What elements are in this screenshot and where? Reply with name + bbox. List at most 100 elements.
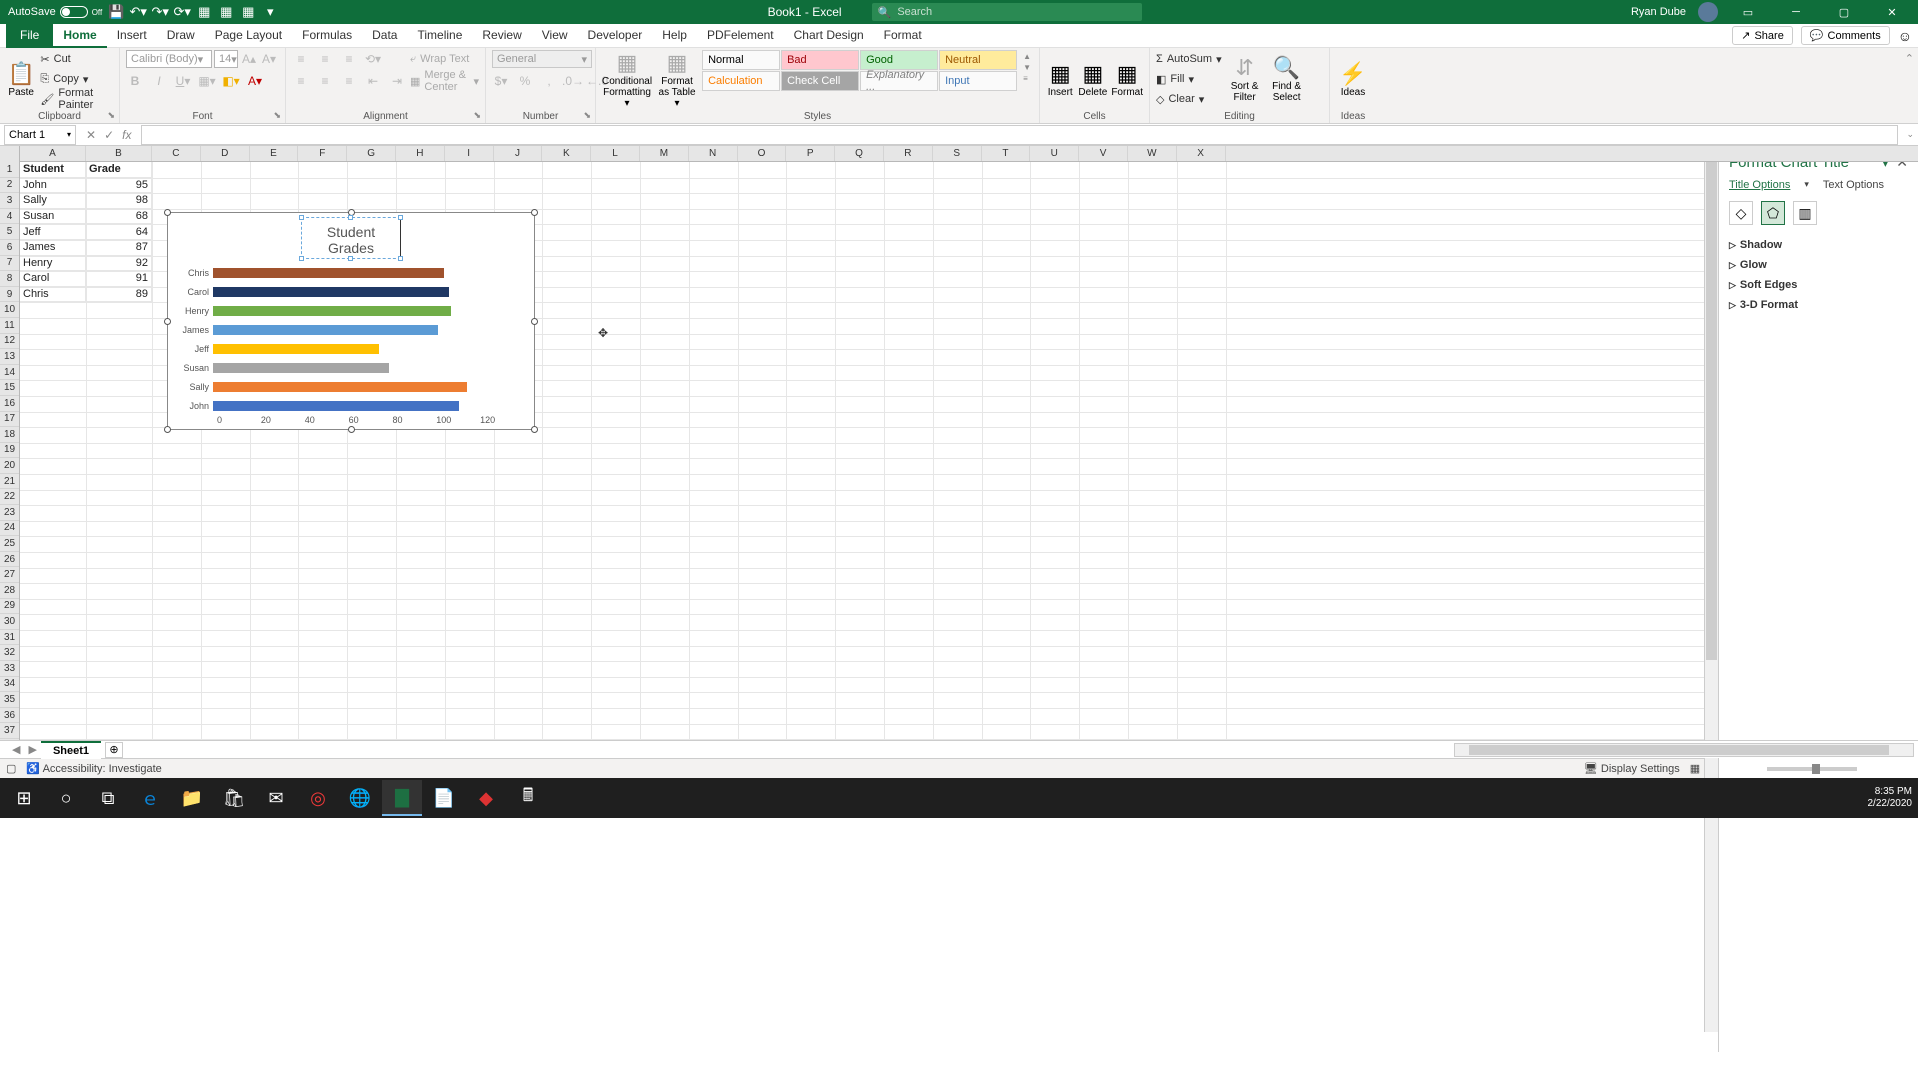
fill-button[interactable]: ◧ Fill ▾ <box>1156 70 1222 88</box>
accordion-item-soft-edges[interactable]: ▷ Soft Edges <box>1729 275 1908 295</box>
cell[interactable]: 92 <box>86 256 152 272</box>
chart-object[interactable]: Student Grades ChrisCarolHenryJamesJeffS… <box>167 212 535 430</box>
cell-style-bad[interactable]: Bad <box>781 50 859 70</box>
cell-style-expl[interactable]: Explanatory ... <box>860 71 938 91</box>
qat-customize-icon[interactable]: ▾ <box>262 4 278 20</box>
resize-handle[interactable] <box>164 209 171 216</box>
excel-icon[interactable]: ▇ <box>382 780 422 816</box>
chart-bar[interactable] <box>213 268 444 278</box>
store-icon[interactable]: 🛍 <box>214 780 254 816</box>
vertical-scrollbar[interactable] <box>1704 146 1718 1032</box>
chart-bar-row[interactable]: Henry <box>178 301 524 320</box>
effects-icon[interactable]: ⬠ <box>1761 201 1785 225</box>
cortana-icon[interactable]: ○ <box>46 780 86 816</box>
zoom-slider[interactable] <box>1767 767 1857 771</box>
col-header[interactable]: O <box>738 146 787 161</box>
row-header[interactable]: 36 <box>0 708 19 724</box>
chart-bar-row[interactable]: Carol <box>178 282 524 301</box>
col-header[interactable]: I <box>445 146 494 161</box>
col-header[interactable]: V <box>1079 146 1128 161</box>
row-header[interactable]: 35 <box>0 692 19 708</box>
borders-icon[interactable]: ▦▾ <box>198 72 216 90</box>
row-header[interactable]: 1 <box>0 162 19 178</box>
row-header[interactable]: 2 <box>0 178 19 194</box>
col-header[interactable]: A <box>20 146 86 161</box>
row-header[interactable]: 16 <box>0 396 19 412</box>
row-header[interactable]: 12 <box>0 334 19 350</box>
fill-line-icon[interactable]: ◇ <box>1729 201 1753 225</box>
col-header[interactable]: D <box>201 146 250 161</box>
cut-button[interactable]: ✂ Cut <box>40 50 113 68</box>
user-name[interactable]: Ryan Dube <box>1631 6 1686 18</box>
col-header[interactable]: E <box>250 146 299 161</box>
row-header[interactable]: 25 <box>0 536 19 552</box>
chart-bar-row[interactable]: Sally <box>178 377 524 396</box>
row-header[interactable]: 33 <box>0 661 19 677</box>
view-normal-icon[interactable]: ▦ <box>1690 762 1700 775</box>
task-view-icon[interactable]: ⧉ <box>88 780 128 816</box>
wrap-text-button[interactable]: ⤶ Wrap Text <box>410 50 479 68</box>
tab-formulas[interactable]: Formulas <box>292 24 362 48</box>
format-painter-button[interactable]: 🖌 Format Painter <box>40 90 113 108</box>
chrome-icon[interactable]: 🌐 <box>340 780 380 816</box>
cell[interactable]: 64 <box>86 224 152 240</box>
qat-icon[interactable]: ▦ <box>240 4 256 20</box>
size-props-icon[interactable]: ▥ <box>1793 201 1817 225</box>
app-icon[interactable]: ◆ <box>466 780 506 816</box>
row-header[interactable]: 26 <box>0 552 19 568</box>
tab-timeline[interactable]: Timeline <box>407 24 472 48</box>
bold-icon[interactable]: B <box>126 72 144 90</box>
cell[interactable]: Student <box>20 162 86 178</box>
row-header[interactable]: 11 <box>0 318 19 334</box>
accordion-item-shadow[interactable]: ▷ Shadow <box>1729 235 1908 255</box>
shrink-font-icon[interactable]: A▾ <box>260 50 278 68</box>
col-header[interactable]: Q <box>835 146 884 161</box>
accordion-item-glow[interactable]: ▷ Glow <box>1729 255 1908 275</box>
edge-icon[interactable]: ｅ <box>130 780 170 816</box>
underline-icon[interactable]: U▾ <box>174 72 192 90</box>
col-header[interactable]: G <box>347 146 396 161</box>
row-header[interactable]: 7 <box>0 256 19 272</box>
row-header[interactable]: 6 <box>0 240 19 256</box>
tab-pdfelement[interactable]: PDFelement <box>697 24 784 48</box>
sort-filter-button[interactable]: ⇵Sort & Filter <box>1226 50 1264 108</box>
cell-style-input[interactable]: Input <box>939 71 1017 91</box>
cell-style-check[interactable]: Check Cell <box>781 71 859 91</box>
align-middle-icon[interactable]: ≡ <box>316 50 334 68</box>
col-header[interactable]: J <box>494 146 543 161</box>
start-button[interactable]: ⊞ <box>4 780 44 816</box>
expand-formula-icon[interactable]: ⌄ <box>1902 129 1918 140</box>
undo-icon[interactable]: ↶▾ <box>130 4 146 20</box>
chart-bar[interactable] <box>213 363 389 373</box>
row-header[interactable]: 31 <box>0 630 19 646</box>
cell[interactable]: 91 <box>86 271 152 287</box>
row-header[interactable]: 30 <box>0 614 19 630</box>
row-header[interactable]: 27 <box>0 567 19 583</box>
cell[interactable]: James <box>20 240 86 256</box>
pane-tab-text-options[interactable]: Text Options <box>1823 179 1884 191</box>
row-header[interactable]: 18 <box>0 427 19 443</box>
col-header[interactable]: B <box>86 146 152 161</box>
horizontal-scrollbar[interactable] <box>1454 743 1914 757</box>
worksheet-grid[interactable]: ABCDEFGHIJKLMNOPQRSTUVWX 123456789101112… <box>0 146 1918 740</box>
inc-decimal-icon[interactable]: .0→ <box>564 72 582 90</box>
col-header[interactable]: W <box>1128 146 1177 161</box>
copy-button[interactable]: ⎘ Copy ▾ <box>40 70 113 88</box>
chart-bar-row[interactable]: Susan <box>178 358 524 377</box>
dialog-launcher-icon[interactable]: ⬊ <box>583 110 591 121</box>
resize-handle[interactable] <box>348 426 355 433</box>
col-header[interactable]: N <box>689 146 738 161</box>
row-header[interactable]: 21 <box>0 474 19 490</box>
chart-title[interactable]: Student Grades <box>301 217 401 259</box>
cell[interactable]: 68 <box>86 209 152 225</box>
cell-style-calc[interactable]: Calculation <box>702 71 780 91</box>
col-header[interactable]: S <box>933 146 982 161</box>
dialog-launcher-icon[interactable]: ⬊ <box>107 110 115 121</box>
close-icon[interactable]: ✕ <box>1874 0 1910 24</box>
tab-data[interactable]: Data <box>362 24 407 48</box>
collapse-ribbon-icon[interactable]: ⌃ <box>1901 48 1918 123</box>
cell[interactable]: 98 <box>86 193 152 209</box>
row-header[interactable]: 32 <box>0 645 19 661</box>
align-bottom-icon[interactable]: ≡ <box>340 50 358 68</box>
align-right-icon[interactable]: ≡ <box>340 72 358 90</box>
